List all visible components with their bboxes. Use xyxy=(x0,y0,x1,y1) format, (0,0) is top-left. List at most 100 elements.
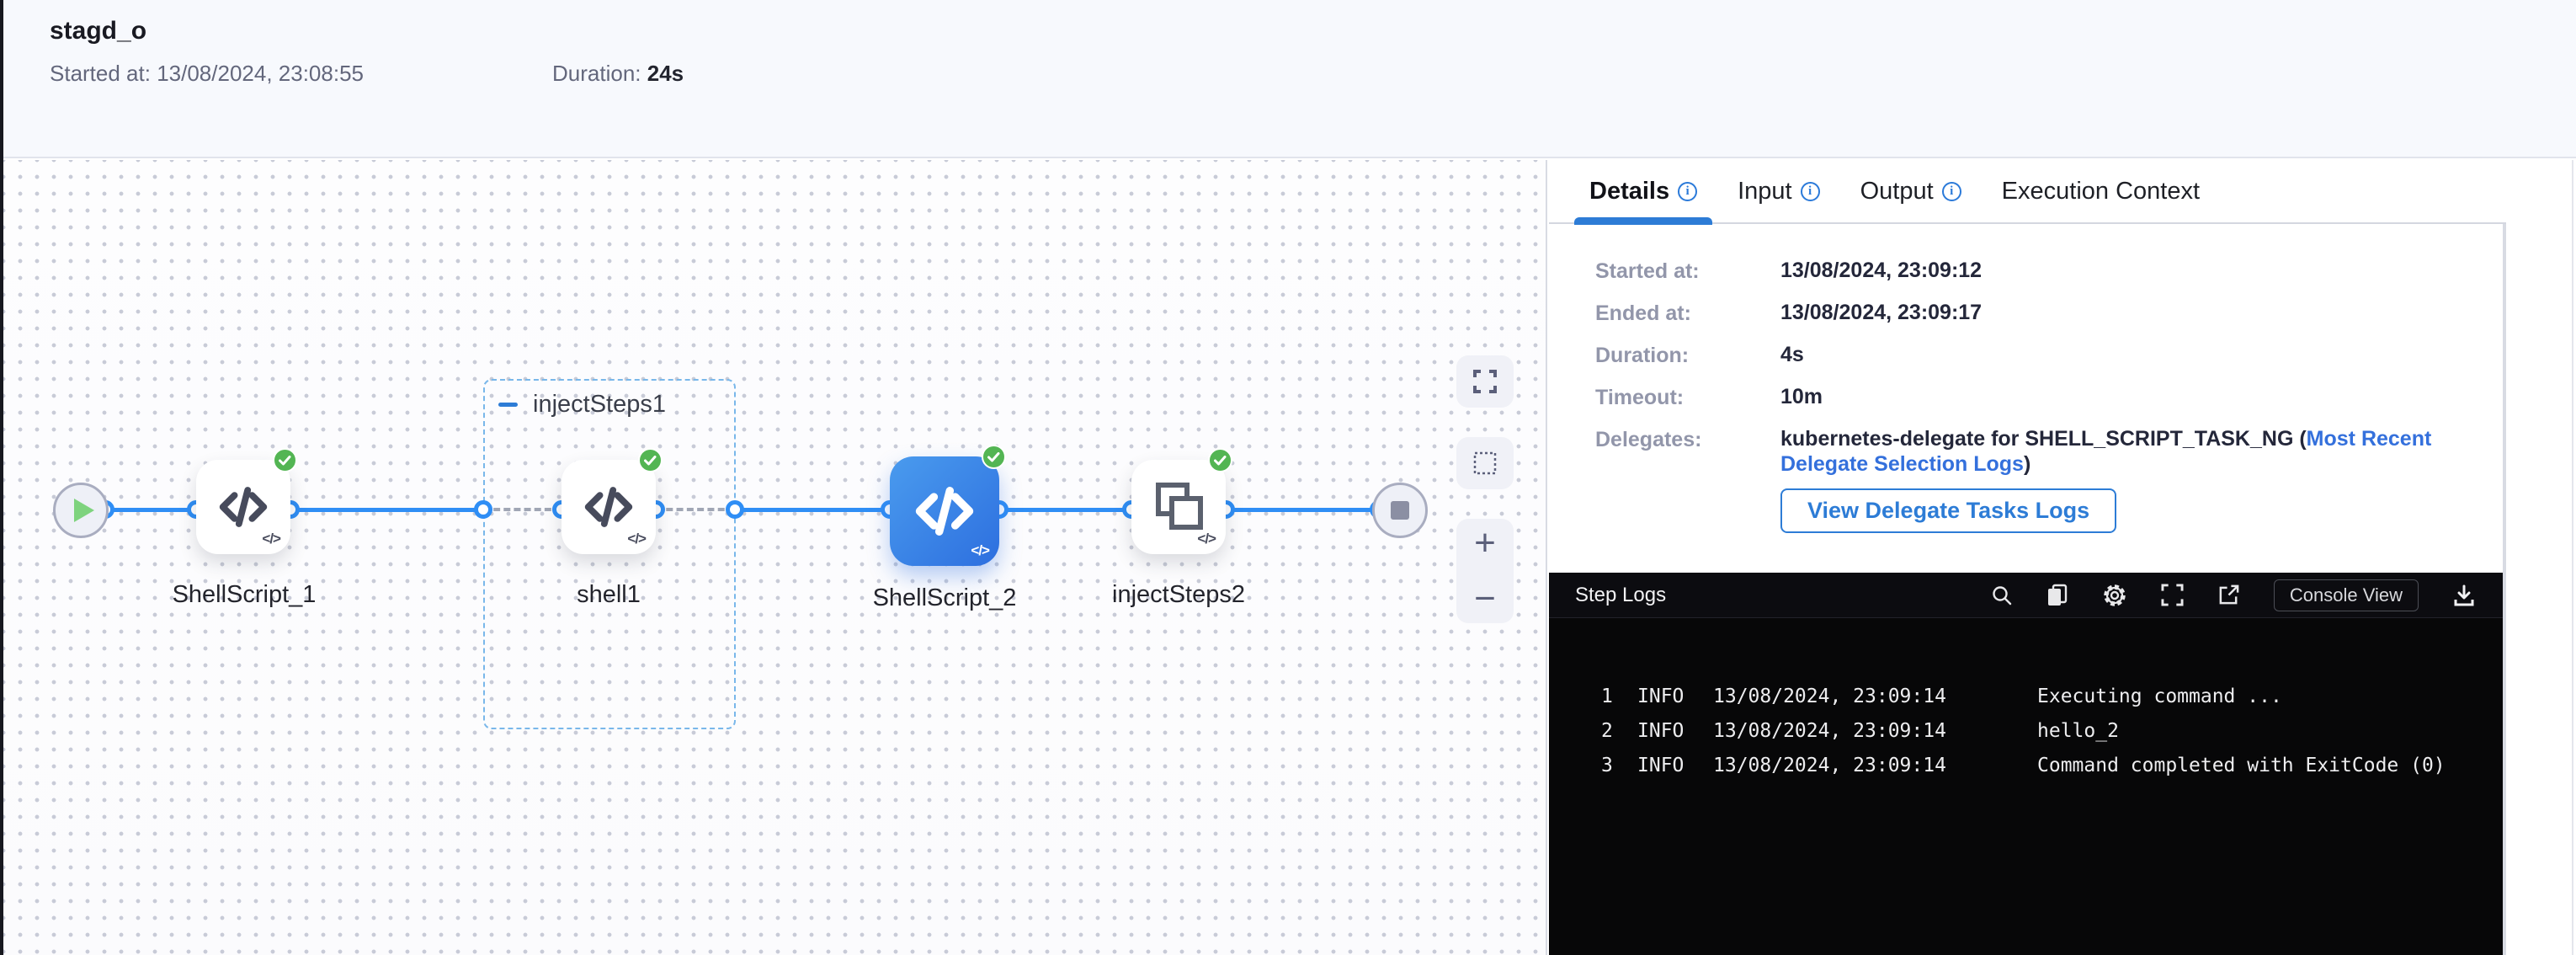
info-icon[interactable]: i xyxy=(1801,182,1820,201)
duration-label: Duration: xyxy=(552,61,641,86)
log-timestamp: 13/08/2024, 23:09:14 xyxy=(1713,720,2037,755)
step-logs-title: Step Logs xyxy=(1575,584,1666,607)
detail-row-ended: Ended at: 13/08/2024, 23:09:17 xyxy=(1595,300,2506,327)
node-shellscript-2[interactable]: </> xyxy=(890,456,999,566)
edge-shellscript1-to-group xyxy=(290,508,483,512)
success-badge-icon xyxy=(638,448,663,472)
info-icon[interactable]: i xyxy=(1678,182,1697,201)
stop-icon xyxy=(1391,501,1409,520)
download-icon[interactable] xyxy=(2452,584,2476,607)
detail-label: Ended at: xyxy=(1595,300,1780,327)
node-label: shell1 xyxy=(503,581,714,609)
edge-start-to-shellscript1 xyxy=(105,508,196,512)
success-badge-icon xyxy=(1208,448,1232,472)
details-section: Started at: 13/08/2024, 23:09:12 Ended a… xyxy=(1547,224,2506,548)
node-injectsteps2[interactable]: </> xyxy=(1131,460,1226,554)
duration: Duration: 24s xyxy=(552,61,684,87)
success-badge-icon xyxy=(273,448,297,472)
step-logs-header: Step Logs Console View xyxy=(1549,573,2506,618)
tab-details[interactable]: Details i xyxy=(1589,159,1697,223)
pipeline-canvas[interactable]: injectSteps1 </> xyxy=(3,160,1546,955)
step-details-panel: Details i Input i Output i Execution Con… xyxy=(1546,160,2576,955)
tab-output[interactable]: Output i xyxy=(1860,159,1961,223)
tab-label: Input xyxy=(1738,178,1792,205)
edge-group-to-shellscript2 xyxy=(735,508,890,512)
copy-icon[interactable] xyxy=(2046,584,2068,607)
info-icon[interactable]: i xyxy=(1942,182,1961,201)
node-label: injectSteps2 xyxy=(1073,581,1284,609)
log-level: INFO xyxy=(1637,686,1713,720)
detail-value: 4s xyxy=(1780,342,2437,369)
step-type-glyph: </> xyxy=(1197,531,1216,547)
zoom-in-icon[interactable]: + xyxy=(1474,525,1496,562)
right-gutter xyxy=(2506,160,2576,955)
canvas-marquee-select-button[interactable] xyxy=(1456,437,1514,489)
log-timestamp: 13/08/2024, 23:09:14 xyxy=(1713,686,2037,720)
detail-row-started: Started at: 13/08/2024, 23:09:12 xyxy=(1595,258,2506,285)
code-icon xyxy=(911,478,978,545)
detail-row-timeout: Timeout: 10m xyxy=(1595,384,2506,411)
tab-input[interactable]: Input i xyxy=(1738,159,1820,223)
detail-value: 13/08/2024, 23:09:12 xyxy=(1780,258,2437,285)
success-badge-icon xyxy=(982,445,1006,469)
log-message: Executing command ... xyxy=(2037,686,2506,720)
edge-shellscript2-to-injectsteps2 xyxy=(999,508,1131,512)
step-group-header[interactable]: injectSteps1 xyxy=(498,391,666,419)
tab-label: Details xyxy=(1589,178,1669,205)
pipeline-execution-page: stagd_o Started at: 13/08/2024, 23:08:55… xyxy=(0,0,2576,955)
tab-execution-context[interactable]: Execution Context xyxy=(2002,159,2200,223)
right-gutter-border xyxy=(2572,160,2573,955)
edge-shell1-to-groupexit xyxy=(656,508,735,511)
started-at-value: 13/08/2024, 23:08:55 xyxy=(157,61,364,86)
start-node[interactable] xyxy=(53,483,109,538)
settings-gear-icon[interactable] xyxy=(2102,583,2127,608)
log-message: Command completed with ExitCode (0) xyxy=(2037,755,2506,789)
tab-label: Output xyxy=(1860,178,1934,205)
stage-title: stagd_o xyxy=(50,17,146,45)
console-view-button[interactable]: Console View xyxy=(2274,579,2419,611)
collapse-group-icon[interactable] xyxy=(498,403,518,407)
edge-group-to-shell1 xyxy=(483,508,562,511)
edge-injectsteps2-to-end xyxy=(1226,508,1379,512)
marquee-select-icon xyxy=(1472,451,1498,476)
detail-row-delegates: Delegates: kubernetes-delegate for SHELL… xyxy=(1595,426,2506,533)
log-timestamp: 13/08/2024, 23:09:14 xyxy=(1713,755,2037,789)
log-lines[interactable]: 1 INFO 13/08/2024, 23:09:14 Executing co… xyxy=(1549,618,2506,789)
log-line: 3 INFO 13/08/2024, 23:09:14 Command comp… xyxy=(1601,755,2506,789)
detail-row-duration: Duration: 4s xyxy=(1595,342,2506,369)
zoom-out-icon[interactable]: − xyxy=(1474,580,1496,617)
detail-tabs: Details i Input i Output i Execution Con… xyxy=(1549,160,2506,224)
log-line: 1 INFO 13/08/2024, 23:09:14 Executing co… xyxy=(1601,686,2506,720)
end-node[interactable] xyxy=(1372,483,1428,538)
delegate-text: ) xyxy=(2024,452,2030,476)
log-line-number: 3 xyxy=(1601,755,1637,789)
fullscreen-icon[interactable] xyxy=(2161,584,2184,606)
log-message: hello_2 xyxy=(2037,720,2506,755)
duration-value: 24s xyxy=(647,61,684,86)
node-shell1[interactable]: </> xyxy=(562,460,656,554)
search-icon[interactable] xyxy=(1991,584,2013,606)
canvas-zoom-controls[interactable]: + − xyxy=(1456,519,1514,623)
log-line-number: 1 xyxy=(1601,686,1637,720)
started-at-label: Started at: xyxy=(50,61,151,86)
step-group-injectSteps1[interactable] xyxy=(483,379,736,729)
port[interactable] xyxy=(726,500,744,519)
canvas-expand-button[interactable] xyxy=(1456,355,1514,408)
view-delegate-tasks-logs-button[interactable]: View Delegate Tasks Logs xyxy=(1780,488,2116,533)
tab-label: Execution Context xyxy=(2002,178,2200,205)
open-in-new-icon[interactable] xyxy=(2217,584,2240,606)
code-icon xyxy=(216,479,271,535)
port[interactable] xyxy=(474,500,492,519)
delegate-text: kubernetes-delegate for SHELL_SCRIPT_TAS… xyxy=(1780,427,2307,451)
node-label: ShellScript_1 xyxy=(139,581,349,609)
play-icon xyxy=(74,499,94,522)
log-line: 2 INFO 13/08/2024, 23:09:14 hello_2 xyxy=(1601,720,2506,755)
detail-label: Started at: xyxy=(1595,258,1780,285)
code-icon xyxy=(581,479,636,535)
started-at: Started at: 13/08/2024, 23:08:55 xyxy=(50,61,364,87)
log-level: INFO xyxy=(1637,720,1713,755)
detail-label: Delegates: xyxy=(1595,426,1780,533)
log-line-number: 2 xyxy=(1601,720,1637,755)
node-shellscript-1[interactable]: </> xyxy=(196,460,290,554)
detail-value: 10m xyxy=(1780,384,2437,411)
